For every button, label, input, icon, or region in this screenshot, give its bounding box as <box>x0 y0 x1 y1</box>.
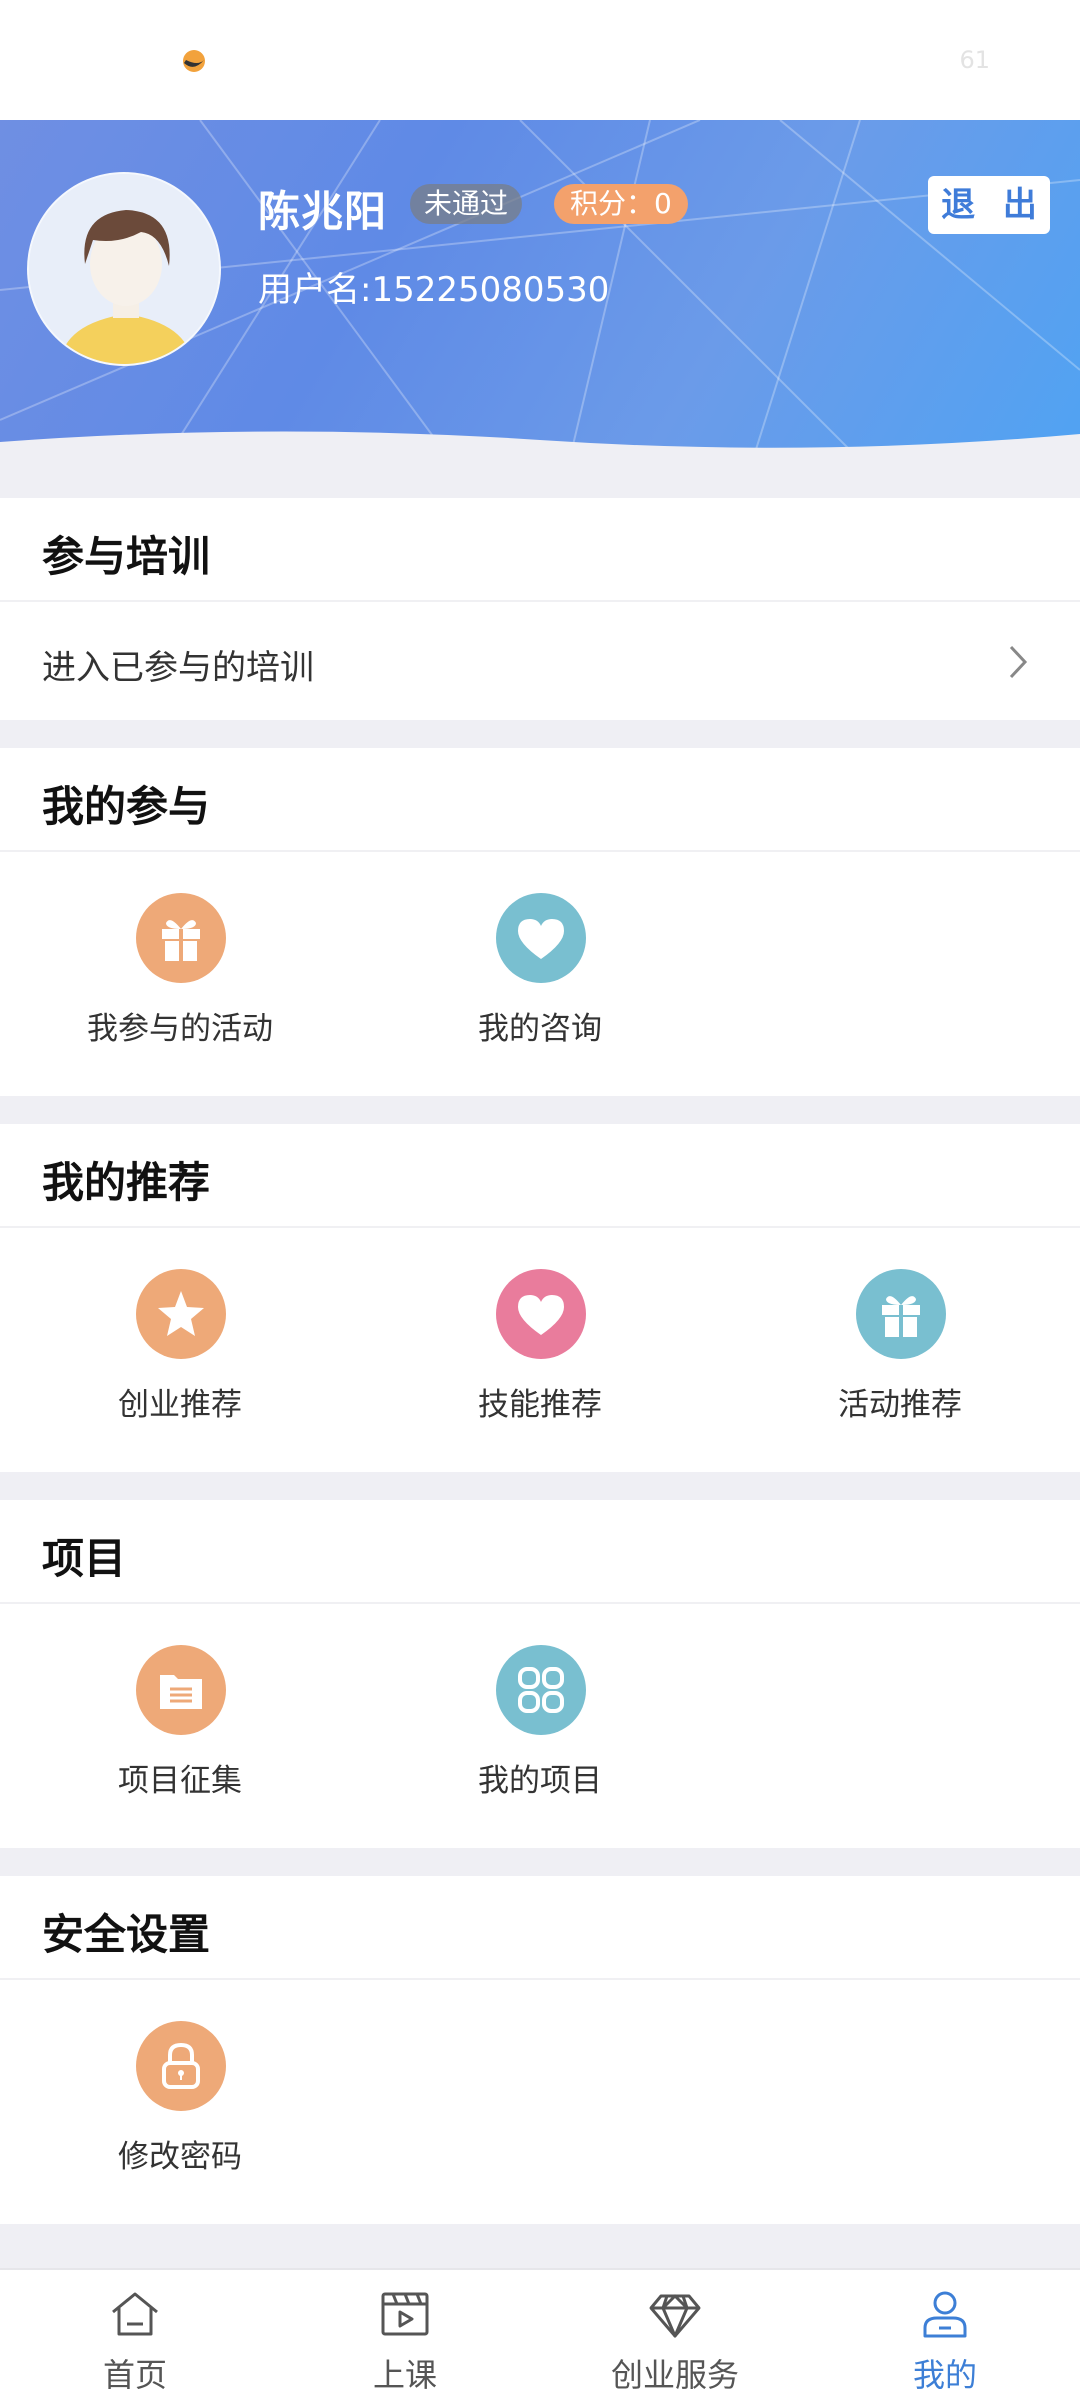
project-collection-button[interactable]: 项目征集 <box>60 1645 300 1825</box>
star-icon <box>136 1269 226 1359</box>
heart-icon <box>496 893 586 983</box>
grid-label: 我的咨询 <box>478 1011 602 1047</box>
grid-label: 项目征集 <box>118 1763 242 1799</box>
nav-item-class[interactable]: 上课 <box>270 2270 540 2403</box>
app-logo-icon <box>183 50 205 72</box>
status-bar: 61 <box>0 0 1080 120</box>
folder-icon <box>136 1645 226 1735</box>
divider <box>0 1978 1080 1980</box>
grid-label: 修改密码 <box>118 2139 242 2175</box>
nav-item-mine[interactable]: 我的 <box>810 2270 1080 2403</box>
video-icon <box>381 2292 429 2336</box>
change-password-button[interactable]: 修改密码 <box>60 2021 300 2201</box>
user-name: 陈兆阳 <box>258 187 388 236</box>
user-icon <box>923 2291 967 2338</box>
startup-recommend-button[interactable]: 创业推荐 <box>60 1269 300 1449</box>
status-badge: 未通过 <box>410 184 523 224</box>
nav-label: 上课 <box>372 2356 437 2394</box>
skill-recommend-button[interactable]: 技能推荐 <box>420 1269 660 1449</box>
logout-button[interactable]: 退 出 <box>928 176 1050 234</box>
diamond-icon <box>649 2294 701 2338</box>
gift-icon <box>136 893 226 983</box>
security-section: 安全设置 修改密码 <box>0 1876 1080 2224</box>
grid-label: 技能推荐 <box>478 1387 602 1423</box>
projects-section: 项目 项目征集 我的项目 <box>0 1500 1080 1848</box>
nav-label: 我的 <box>912 2356 977 2394</box>
username-text: 用户名:15225080530 <box>258 270 610 310</box>
grid-apps-icon <box>496 1645 586 1735</box>
battery-level: 61 <box>959 46 990 74</box>
avatar[interactable] <box>27 172 221 366</box>
grid-label: 我参与的活动 <box>87 1011 273 1047</box>
divider <box>0 850 1080 852</box>
divider <box>0 1226 1080 1228</box>
points-badge: 积分：0 <box>554 184 688 224</box>
lock-icon <box>136 2021 226 2111</box>
enter-training-row[interactable]: 进入已参与的培训 <box>0 602 1080 720</box>
user-avatar-icon <box>29 174 219 364</box>
section-title: 项目 <box>42 1534 127 1583</box>
chevron-right-icon <box>1009 645 1028 679</box>
nav-label: 创业服务 <box>610 2356 739 2394</box>
training-section: 参与培训 进入已参与的培训 <box>0 498 1080 720</box>
section-title: 我的参与 <box>42 782 211 831</box>
activity-recommend-button[interactable]: 活动推荐 <box>780 1269 1020 1449</box>
section-title: 参与培训 <box>42 532 211 581</box>
profile-header: 陈兆阳 未通过 积分：0 用户名:15225080530 退 出 <box>0 120 1080 500</box>
divider <box>0 1602 1080 1604</box>
my-consultation-button[interactable]: 我的咨询 <box>420 893 660 1073</box>
grid-label: 我的项目 <box>478 1763 602 1799</box>
my-projects-button[interactable]: 我的项目 <box>420 1645 660 1825</box>
header-wave <box>0 431 1080 500</box>
recommend-section: 我的推荐 创业推荐 技能推荐 活动推荐 <box>0 1124 1080 1472</box>
heart-icon <box>496 1269 586 1359</box>
bottom-nav: 首页 上课 创业服务 我的 <box>0 2268 1080 2403</box>
my-activities-button[interactable]: 我参与的活动 <box>60 893 300 1073</box>
nav-label: 首页 <box>102 2356 167 2394</box>
nav-item-startup-service[interactable]: 创业服务 <box>540 2270 810 2403</box>
home-icon <box>112 2292 158 2336</box>
nav-item-home[interactable]: 首页 <box>0 2270 270 2403</box>
gift-icon <box>856 1269 946 1359</box>
participation-section: 我的参与 我参与的活动 我的咨询 <box>0 748 1080 1096</box>
section-title: 我的推荐 <box>42 1158 211 1207</box>
grid-label: 创业推荐 <box>118 1387 242 1423</box>
section-title: 安全设置 <box>42 1910 211 1959</box>
grid-label: 活动推荐 <box>838 1387 962 1423</box>
enter-training-label: 进入已参与的培训 <box>42 648 314 688</box>
